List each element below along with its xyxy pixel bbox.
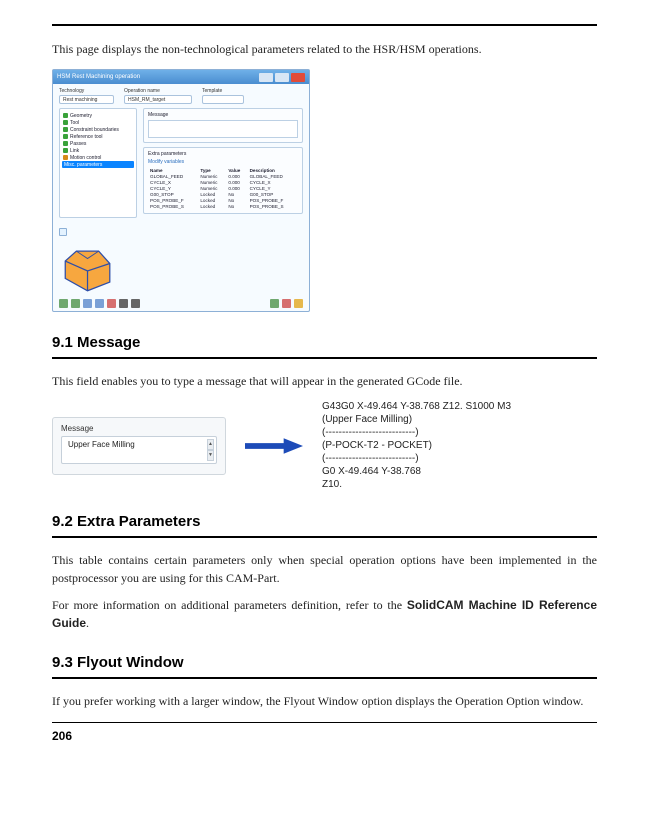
window-close-icon [291, 73, 305, 82]
tree-item-label: Tool [70, 120, 79, 126]
footer-icon [83, 299, 92, 308]
footer-icon [107, 299, 116, 308]
section-heading-message: 9.1 Message [52, 334, 597, 351]
message-panel-label: Message [61, 424, 217, 433]
page-number: 206 [52, 729, 597, 743]
tree-item-label: Motion control [70, 155, 101, 161]
tree-icon [63, 134, 68, 139]
gcode-line: (P-POCK-T2 - POCKET) [322, 439, 511, 452]
technology-label: Technology [59, 88, 114, 94]
footer-icon [119, 299, 128, 308]
gcode-line: (---------------------------) [322, 452, 511, 465]
dialog-tree: GeometryToolConstraint boundariesReferen… [59, 108, 137, 218]
footer-icon [71, 299, 80, 308]
gcode-line: Z10. [322, 478, 511, 491]
footer-cancel-icon [282, 299, 291, 308]
gcode-line: G0 X-49.464 Y-38.768 [322, 465, 511, 478]
section-rule [52, 536, 597, 538]
footer-icon [59, 299, 68, 308]
tree-icon [63, 141, 68, 146]
section-rule [52, 677, 597, 679]
extra-params-group: Extra parameters Modify variables NameTy… [143, 147, 303, 214]
gcode-line: G43G0 X-49.464 Y-38.768 Z12. S1000 M3 [322, 400, 511, 413]
message-field: Upper Face Milling ▲▼ [61, 436, 217, 464]
operation-label: Operation name [124, 88, 192, 94]
tree-icon [63, 155, 68, 160]
table-cell: POS_PROBE_S [248, 203, 298, 209]
dialog-titlebar: HSM Rest Machining operation [53, 70, 309, 84]
template-label: Template [202, 88, 244, 94]
tree-item-label: Passes [70, 141, 86, 147]
section-heading-flyout: 9.3 Flyout Window [52, 654, 597, 671]
tree-item: Passes [62, 140, 134, 147]
top-rule [52, 24, 597, 26]
section-heading-extra: 9.2 Extra Parameters [52, 513, 597, 530]
table-row: POS_PROBE_SLockedNoPOS_PROBE_S [148, 203, 298, 209]
gcode-output: G43G0 X-49.464 Y-38.768 Z12. S1000 M3(Up… [322, 400, 511, 491]
extra-params-table: NameTypeValueDescription GLOBAL_FEEDNume… [148, 167, 298, 209]
dialog-title: HSM Rest Machining operation [57, 74, 259, 80]
tree-item: Reference tool [62, 133, 134, 140]
tree-item-selected: Misc. parameters [62, 161, 134, 168]
message-panel: Message Upper Face Milling ▲▼ [52, 417, 226, 475]
tree-item: Tool [62, 119, 134, 126]
arrow-icon [244, 436, 304, 456]
window-minimize-icon [259, 73, 273, 82]
spinner-icon: ▲▼ [207, 439, 214, 461]
footer-apply-icon [294, 299, 303, 308]
section1-body: This field enables you to type a message… [52, 373, 597, 390]
dialog-footer [53, 296, 309, 311]
modify-variables-link: Modify variables [148, 159, 298, 165]
extra-params-title: Extra parameters [148, 151, 298, 157]
tree-icon [63, 148, 68, 153]
footer-rule [52, 722, 597, 723]
table-cell: No [226, 203, 247, 209]
technology-select: Rest machining [59, 95, 114, 104]
tree-icon [63, 113, 68, 118]
gcode-line: (Upper Face Milling) [322, 413, 511, 426]
section2-body2: For more information on additional param… [52, 597, 597, 632]
tree-item-label: Link [70, 148, 79, 154]
message-group-title: Message [148, 112, 298, 118]
footer-ok-icon [270, 299, 279, 308]
tree-item-label: Geometry [70, 113, 92, 119]
hsm-dialog: HSM Rest Machining operation Technology … [52, 69, 310, 312]
tree-item: Geometry [62, 112, 134, 119]
table-cell: Locked [198, 203, 226, 209]
message-group: Message [143, 108, 303, 143]
tree-item: Motion control [62, 154, 134, 161]
tree-item: Link [62, 147, 134, 154]
footer-icon [95, 299, 104, 308]
section2-body1: This table contains certain parameters o… [52, 552, 597, 587]
tree-item-label: Constraint boundaries [70, 127, 119, 133]
tree-icon [63, 127, 68, 132]
tree-icon [63, 120, 68, 125]
preview-isometric [59, 240, 121, 292]
window-maximize-icon [275, 73, 289, 82]
dialog-toprow: Technology Rest machining Operation name… [53, 84, 309, 106]
section3-body: If you prefer working with a larger wind… [52, 693, 597, 710]
gcode-line: (---------------------------) [322, 426, 511, 439]
message-example-row: Message Upper Face Milling ▲▼ G43G0 X-49… [52, 400, 597, 491]
operation-input: HSM_RM_target [124, 95, 192, 104]
tree-item: Constraint boundaries [62, 126, 134, 133]
table-cell: POS_PROBE_S [148, 203, 198, 209]
template-select [202, 95, 244, 104]
tree-item-label: Reference tool [70, 134, 103, 140]
message-textbox [148, 120, 298, 138]
document-page: This page displays the non-technological… [0, 0, 649, 824]
intro-text: This page displays the non-technological… [52, 42, 597, 57]
message-field-value: Upper Face Milling [68, 440, 135, 449]
footer-icon [131, 299, 140, 308]
section-rule [52, 357, 597, 359]
expand-handle-icon [59, 228, 67, 236]
